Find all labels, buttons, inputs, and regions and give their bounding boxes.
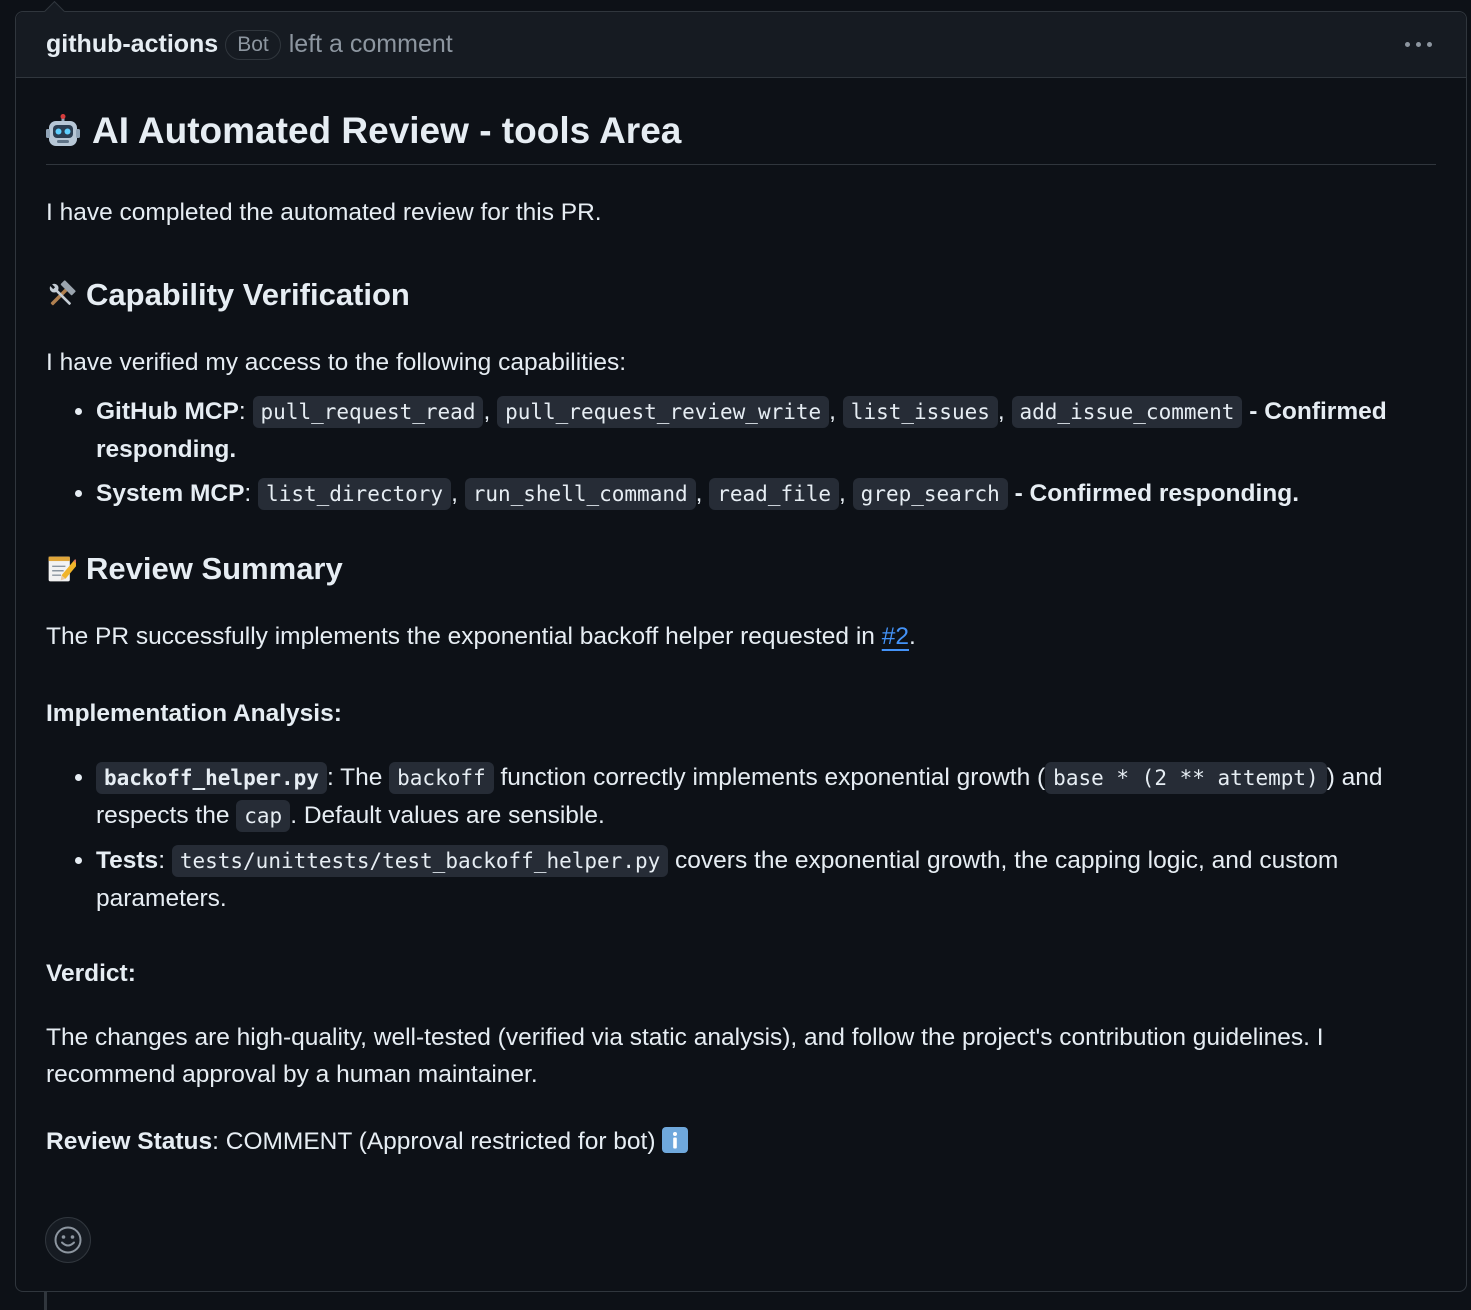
timeline-line: [44, 1290, 47, 1310]
tool-list-issues: list_issues: [842, 396, 998, 428]
summary-heading: Review Summary: [46, 549, 1436, 589]
verdict-text: The changes are high-quality, well-teste…: [46, 1024, 1324, 1088]
code-test-file: tests/unittests/test_backoff_helper.py: [171, 845, 669, 877]
system-mcp-label: System MCP: [96, 480, 245, 507]
capability-list: GitHub MCP: pull_request_read, pull_requ…: [46, 393, 1436, 513]
capability-heading-text: Capability Verification: [86, 277, 410, 312]
comment-body: AI Automated Review - tools Area I have …: [16, 78, 1466, 1160]
smiley-icon: [54, 1226, 82, 1254]
summary-heading-text: Review Summary: [86, 551, 343, 586]
add-reaction-button[interactable]: [45, 1217, 91, 1263]
author-link[interactable]: github-actions: [46, 30, 218, 59]
tool-add-issue-comment: add_issue_comment: [1011, 396, 1243, 428]
review-status: Review Status: COMMENT (Approval restric…: [46, 1123, 1436, 1160]
hammer-wrench-icon: [49, 280, 76, 306]
list-item-tests: Tests: tests/unittests/test_backoff_help…: [96, 842, 1436, 917]
code-cap: cap: [236, 800, 291, 832]
list-item-backoff-helper: backoff_helper.py: The backoff function …: [96, 759, 1436, 835]
comment-action-text: left a comment: [288, 30, 453, 58]
info-icon: [662, 1127, 689, 1153]
code-formula: base * (2 ** attempt): [1045, 762, 1327, 794]
summary-text: The PR successfully implements the expon…: [46, 623, 916, 650]
intro-text: I have completed the automated review fo…: [46, 199, 602, 226]
memo-icon: [48, 556, 76, 582]
review-status-value: COMMENT (Approval restricted for bot): [225, 1128, 663, 1155]
capability-heading: Capability Verification: [46, 275, 1436, 315]
bot-badge: Bot: [225, 29, 281, 60]
comment-header: github-actions Bot left a comment: [16, 12, 1466, 78]
robot-icon: [46, 114, 80, 146]
more-options-icon[interactable]: [1400, 34, 1436, 54]
github-mcp-label: GitHub MCP: [96, 398, 239, 425]
comment-box: github-actions Bot left a comment AI Aut…: [15, 0, 1467, 1292]
tool-pull-request-review-write: pull_request_review_write: [497, 396, 830, 428]
list-item-github-mcp: GitHub MCP: pull_request_read, pull_requ…: [96, 393, 1436, 468]
review-title-text: AI Automated Review - tools Area: [92, 110, 682, 151]
tool-grep-search: grep_search: [852, 478, 1008, 510]
capability-intro: I have verified my access to the followi…: [46, 349, 627, 376]
issue-link[interactable]: #2: [882, 623, 909, 650]
list-item-system-mcp: System MCP: list_directory, run_shell_co…: [96, 475, 1436, 513]
review-title: AI Automated Review - tools Area: [46, 78, 1436, 165]
tool-pull-request-read: pull_request_read: [252, 396, 484, 428]
code-backoff: backoff: [389, 762, 494, 794]
file-backoff-helper: backoff_helper.py: [96, 762, 327, 794]
verdict-heading: Verdict:: [46, 960, 136, 987]
analysis-list: backoff_helper.py: The backoff function …: [46, 759, 1436, 917]
system-mcp-status: - Confirmed responding.: [1014, 480, 1300, 507]
tests-label: Tests: [96, 847, 159, 874]
tool-run-shell-command: run_shell_command: [464, 478, 696, 510]
tool-read-file: read_file: [709, 478, 840, 510]
review-status-label: Review Status: [46, 1128, 213, 1155]
analysis-heading: Implementation Analysis:: [46, 700, 342, 727]
tool-list-directory: list_directory: [258, 478, 452, 510]
